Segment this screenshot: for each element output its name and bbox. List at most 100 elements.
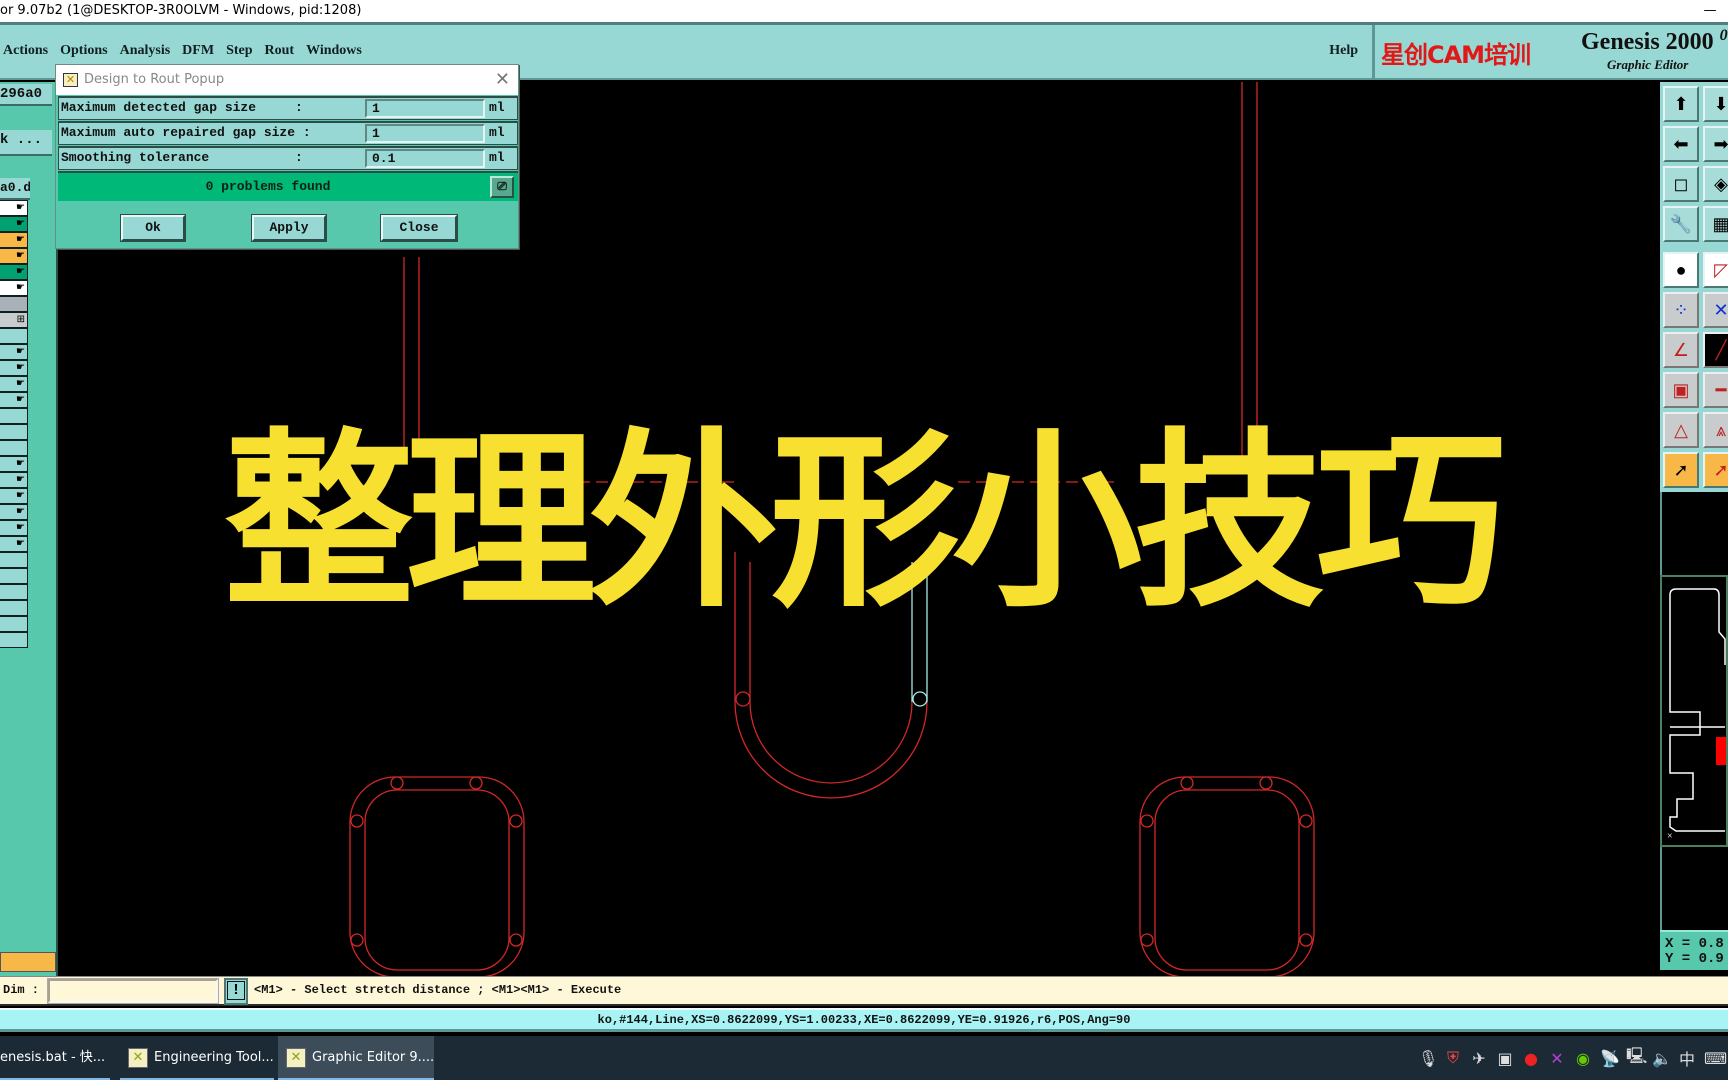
layer-row[interactable] — [0, 616, 28, 632]
line-snap-icon[interactable]: ╱ — [1703, 332, 1728, 368]
layer-row[interactable]: ☛ — [0, 200, 28, 216]
snap-pad-icon[interactable]: ● — [1663, 252, 1699, 288]
connect-icon[interactable]: ⁘ — [1663, 292, 1699, 328]
menu-step[interactable]: Step — [223, 43, 261, 59]
popup-titlebar[interactable]: ✕ Design to Rout Popup ✕ — [56, 65, 518, 95]
affected-hand-icon[interactable]: ☛ — [16, 266, 25, 277]
layer-row[interactable] — [0, 440, 28, 456]
snap-corner-icon[interactable]: ◸ — [1703, 252, 1728, 288]
nvidia-icon[interactable]: ◉ — [1574, 1049, 1592, 1068]
layer-row[interactable] — [0, 424, 28, 440]
layer-row[interactable]: ☛ — [0, 504, 28, 520]
close-button[interactable]: Close — [380, 214, 458, 242]
move-pad-icon[interactable]: ▣ — [1663, 372, 1699, 408]
layer-row[interactable]: ☛ — [0, 472, 28, 488]
layer-row[interactable] — [0, 568, 28, 584]
layer-row[interactable]: ☛ — [0, 216, 28, 232]
layer-row[interactable]: ☛ — [0, 392, 28, 408]
affected-hand-icon[interactable]: ☛ — [16, 394, 25, 405]
mic-icon[interactable]: 🎙 — [1418, 1049, 1438, 1068]
layer-row[interactable]: ☛ — [0, 344, 28, 360]
network-icon[interactable]: 🖳 — [1626, 1045, 1647, 1072]
zoom-center-icon[interactable]: ◈ — [1703, 166, 1728, 202]
ime-icon[interactable]: 中 — [1678, 1046, 1696, 1070]
menu-dfm[interactable]: DFM — [179, 43, 223, 59]
record-stop-icon[interactable]: ▣ — [1496, 1049, 1514, 1068]
expand-icon[interactable]: ⊞ — [17, 314, 25, 325]
menu-analysis[interactable]: Analysis — [117, 43, 180, 59]
board-minimap[interactable]: × — [1660, 575, 1728, 847]
layer-row[interactable]: ☛ — [0, 360, 28, 376]
affected-hand-icon[interactable]: ☛ — [16, 234, 25, 245]
select-box-icon[interactable]: ➚ — [1703, 452, 1728, 488]
affected-hand-icon[interactable]: ☛ — [16, 474, 25, 485]
midline-icon[interactable]: ━ — [1703, 372, 1728, 408]
zoom-down-icon[interactable]: ⬇ — [1703, 86, 1728, 122]
menu-rout[interactable]: Rout — [262, 43, 304, 59]
layer-row[interactable] — [0, 600, 28, 616]
apply-button[interactable]: Apply — [251, 214, 327, 242]
affected-hand-icon[interactable]: ☛ — [16, 362, 25, 373]
app-icon[interactable]: ✈ — [1470, 1049, 1488, 1068]
layer-row[interactable]: ☛ — [0, 280, 28, 296]
affected-hand-icon[interactable]: ☛ — [16, 538, 25, 549]
affected-hand-icon[interactable]: ☛ — [16, 250, 25, 261]
layer-row[interactable]: ☛ — [0, 232, 28, 248]
max-repaired-gap-input[interactable]: 1 — [365, 124, 485, 143]
layer-row[interactable] — [0, 584, 28, 600]
taskbar-item-genesis-bat[interactable]: enesis.bat - 快... — [0, 1036, 116, 1080]
tools-icon[interactable]: 🔧 — [1663, 206, 1699, 242]
pan-left-icon[interactable]: ⬅ — [1663, 126, 1699, 162]
layer-row[interactable]: ☛ — [0, 248, 28, 264]
record-icon[interactable]: ● — [1522, 1049, 1540, 1068]
affected-hand-icon[interactable]: ☛ — [16, 202, 25, 213]
layer-row[interactable] — [0, 408, 28, 424]
x-app-icon[interactable]: ✕ — [1548, 1049, 1566, 1068]
minimize-button[interactable]: — — [1698, 0, 1722, 22]
smoothing-tolerance-input[interactable]: 0.1 — [365, 149, 485, 168]
volume-icon[interactable]: 🔈 — [1652, 1049, 1672, 1068]
menu-options[interactable]: Options — [57, 43, 116, 59]
pan-right-icon[interactable]: ➡ — [1703, 126, 1728, 162]
menu-help[interactable]: Help — [1329, 43, 1358, 59]
affected-hand-icon[interactable]: ☛ — [16, 282, 25, 293]
layer-row[interactable]: ⊞ — [0, 312, 28, 328]
step-selector[interactable]: k ... — [0, 130, 52, 156]
job-name-field[interactable]: 296a0 — [0, 84, 52, 106]
affected-hand-icon[interactable]: ☛ — [16, 346, 25, 357]
affected-hand-icon[interactable]: ☛ — [16, 522, 25, 533]
menu-actions[interactable]: Actions — [0, 43, 57, 59]
shield-icon[interactable]: ⛨ — [1444, 1048, 1462, 1068]
layer-row[interactable]: ☛ — [0, 376, 28, 392]
layer-row[interactable] — [0, 552, 28, 568]
triangle-icon[interactable]: △ — [1663, 412, 1699, 448]
report-icon[interactable]: ⎚ — [490, 176, 514, 198]
select-cursor-icon[interactable]: ➚ — [1663, 452, 1699, 488]
menu-windows[interactable]: Windows — [303, 43, 371, 59]
dim-input[interactable] — [47, 978, 219, 1004]
layer-row[interactable]: ☛ — [0, 536, 28, 552]
arrow-up-icon[interactable]: ⩓ — [1703, 412, 1728, 448]
popup-close-button[interactable]: ✕ — [495, 65, 510, 95]
max-detected-gap-input[interactable]: 1 — [365, 99, 485, 118]
layer-row[interactable]: ☛ — [0, 264, 28, 280]
layer-row[interactable]: ☛ — [0, 488, 28, 504]
satellite-icon[interactable]: 📡 — [1600, 1049, 1620, 1068]
layer-panel-footer[interactable] — [0, 952, 56, 972]
angle-icon[interactable]: ∠ — [1663, 332, 1699, 368]
intersect-icon[interactable]: ✕ — [1703, 292, 1728, 328]
taskbar-item-engineering-tool[interactable]: ✕ Engineering Tool... — [120, 1036, 274, 1080]
affected-hand-icon[interactable]: ☛ — [16, 490, 25, 501]
zoom-up-icon[interactable]: ⬆ — [1663, 86, 1699, 122]
affected-hand-icon[interactable]: ☛ — [16, 506, 25, 517]
affected-hand-icon[interactable]: ☛ — [16, 458, 25, 469]
zoom-fit-icon[interactable]: ◻ — [1663, 166, 1699, 202]
layer-row[interactable]: ☛ — [0, 520, 28, 536]
ok-button[interactable]: Ok — [120, 214, 186, 242]
layer-row[interactable] — [0, 632, 28, 648]
layer-row[interactable] — [0, 296, 28, 312]
layer-row[interactable]: ☛ — [0, 456, 28, 472]
affected-hand-icon[interactable]: ☛ — [16, 378, 25, 389]
grid-icon[interactable]: ▦ — [1703, 206, 1728, 242]
alert-button[interactable]: ! — [224, 978, 248, 1005]
